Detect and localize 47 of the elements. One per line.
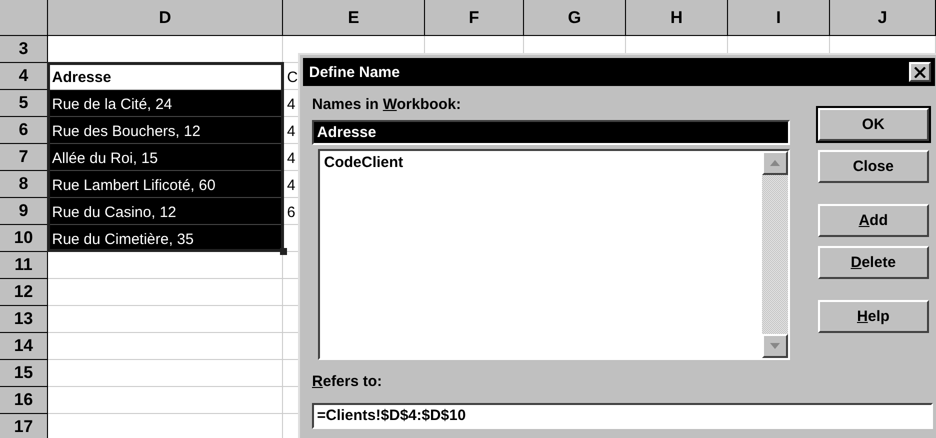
- scroll-down-button[interactable]: [762, 334, 788, 358]
- table-cell: Rue Lambert Lificoté, 60: [48, 171, 283, 198]
- row-header[interactable]: 7: [0, 144, 48, 171]
- row-header[interactable]: 6: [0, 117, 48, 144]
- row-header[interactable]: 17: [0, 414, 48, 438]
- table-cell: Allée du Roi, 15: [48, 144, 283, 171]
- up-arrow-icon: [770, 160, 780, 166]
- names-list[interactable]: CodeClient: [318, 149, 790, 360]
- name-field[interactable]: Adresse: [312, 120, 790, 145]
- refers-to-field[interactable]: =Clients!$D$4:$D$10: [312, 403, 933, 429]
- row-header[interactable]: 16: [0, 387, 48, 414]
- scroll-up-button[interactable]: [762, 151, 788, 175]
- dialog-button[interactable]: OK: [818, 108, 929, 141]
- down-arrow-icon: [770, 343, 780, 349]
- row-header[interactable]: 8: [0, 171, 48, 198]
- dialog-button[interactable]: Close: [818, 150, 929, 183]
- list-item[interactable]: CodeClient: [324, 154, 404, 171]
- row-header[interactable]: 15: [0, 360, 48, 387]
- field-label: Refers to:: [312, 373, 382, 392]
- row-header[interactable]: 10: [0, 225, 48, 252]
- table-cell: Rue des Bouchers, 12: [48, 117, 283, 144]
- select-all-corner[interactable]: [0, 0, 48, 36]
- column-header[interactable]: E: [283, 0, 425, 36]
- row-header[interactable]: 4: [0, 63, 48, 90]
- row-header[interactable]: 9: [0, 198, 48, 225]
- row-header[interactable]: 11: [0, 252, 48, 279]
- table-cell: Rue de la Cité, 24: [48, 90, 283, 117]
- column-header[interactable]: F: [425, 0, 524, 36]
- dialog-button[interactable]: Delete: [818, 246, 929, 279]
- fill-handle[interactable]: [280, 248, 287, 255]
- row-header[interactable]: 14: [0, 333, 48, 360]
- dialog-button[interactable]: Help: [818, 300, 929, 333]
- row-header[interactable]: 12: [0, 279, 48, 306]
- table-cell: Rue du Casino, 12: [48, 198, 283, 225]
- close-button[interactable]: [909, 62, 931, 82]
- column-header[interactable]: D: [48, 0, 283, 36]
- scrollbar[interactable]: [762, 151, 788, 358]
- column-header[interactable]: I: [728, 0, 830, 36]
- column-header[interactable]: H: [626, 0, 728, 36]
- row-header[interactable]: 13: [0, 306, 48, 333]
- dialog-button[interactable]: Add: [818, 204, 929, 237]
- column-header[interactable]: G: [524, 0, 626, 36]
- row-header[interactable]: 3: [0, 36, 48, 63]
- window-title: Define Name: [309, 64, 400, 80]
- column-header[interactable]: J: [830, 0, 936, 36]
- row-header[interactable]: 5: [0, 90, 48, 117]
- close-icon: [914, 66, 926, 78]
